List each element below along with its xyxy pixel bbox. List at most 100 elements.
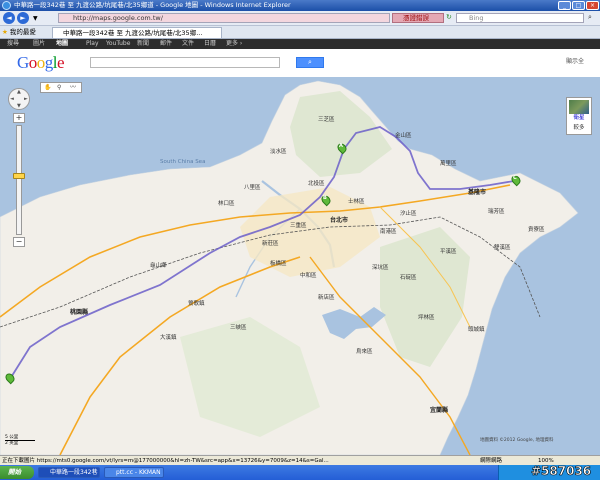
sea-label: South China Sea [160, 159, 206, 165]
marker-label: B [323, 195, 327, 201]
zoom-slider-track[interactable] [16, 125, 22, 235]
taskbar-item-kkman[interactable]: ptt.cc - KKMAN [104, 467, 164, 478]
logo-letter: o [36, 53, 46, 72]
favorites-label: 我的最愛 [9, 28, 36, 36]
place-label: 新莊區 [262, 241, 279, 247]
place-label: 平溪區 [440, 249, 457, 255]
google-header: Google ⌕ 顯示全 [0, 49, 600, 78]
logo-letter: e [57, 53, 65, 72]
map-type-control[interactable]: 衛星 較多 [566, 97, 592, 135]
search-go-icon[interactable]: ⌕ [588, 13, 592, 22]
taskbar: 開始 中華路一段342巷 至 九... ptt.cc - KKMAN [0, 465, 600, 480]
map-graphics [0, 80, 579, 455]
place-label: 深坑區 [372, 265, 389, 271]
nav-item-9[interactable]: 更多 › [226, 39, 242, 49]
place-label: 八里區 [244, 185, 261, 191]
nav-item-2[interactable]: 地圖 [56, 39, 68, 49]
zoom-in-button[interactable]: + [13, 113, 25, 123]
pan-down-icon[interactable]: ▼ [17, 104, 21, 109]
place-label: 萬里區 [440, 161, 457, 167]
nav-item-5[interactable]: 新聞 [137, 39, 149, 49]
place-label: 龜山鄉 [150, 263, 167, 269]
logo-letter: g [44, 53, 54, 72]
zoom-out-button[interactable]: − [13, 237, 25, 247]
marker-tool-icon[interactable]: ⚲ [57, 83, 61, 92]
nav-item-3[interactable]: Play [86, 39, 99, 49]
google-nav-bar: 搜尋 圖片 地圖 Play YouTube 新聞 郵件 文件 日曆 更多 › [0, 39, 600, 49]
place-label: 雙溪區 [494, 245, 511, 251]
start-button[interactable]: 開始 [0, 466, 34, 479]
nav-item-0[interactable]: 搜尋 [7, 39, 19, 49]
place-label: 瑞芳區 [488, 209, 505, 215]
google-logo[interactable]: Google [17, 53, 65, 73]
city-label: 桃園縣 [70, 309, 89, 316]
refresh-icon[interactable]: ↻ [446, 13, 452, 21]
back-icon[interactable]: ◄ [3, 12, 15, 24]
place-label: 坪林區 [418, 315, 435, 321]
zoom-slider-knob[interactable] [13, 173, 25, 179]
nav-item-6[interactable]: 郵件 [160, 39, 172, 49]
satellite-label[interactable]: 衛星 [567, 115, 591, 122]
place-label: 貢寮區 [528, 227, 545, 233]
hand-icon[interactable]: ✋ [44, 83, 51, 92]
maximize-button[interactable]: □ [572, 1, 585, 10]
place-label: 金山區 [395, 133, 412, 139]
account-link[interactable]: 顯示全 [566, 57, 584, 67]
scale-bar: 5 公里 2 英里 [5, 435, 41, 446]
nav-item-8[interactable]: 日曆 [204, 39, 216, 49]
place-label: 烏來區 [356, 349, 373, 355]
place-label: 大溪鎮 [160, 335, 177, 341]
forward-icon[interactable]: ► [17, 12, 29, 24]
cert-error-label: 憑證錯誤 [403, 14, 429, 22]
address-input[interactable]: http://maps.google.com.tw/ [58, 13, 390, 23]
map-tool-strip: ✋ ⚲ 〰 [40, 82, 82, 93]
nav-item-7[interactable]: 文件 [182, 39, 194, 49]
nav-item-4[interactable]: YouTube [106, 39, 130, 49]
place-label: 板橋區 [270, 261, 287, 267]
tab-bar: ★ 我的最愛 中華路一段342巷 至 九渡公路/坑尾巷/北35鄉... [0, 26, 600, 39]
maps-search-input[interactable] [90, 57, 280, 68]
place-label: 中和區 [300, 273, 317, 279]
line-tool-icon[interactable]: 〰 [70, 83, 76, 92]
city-label: 宜蘭縣 [430, 407, 449, 414]
pan-control[interactable]: ▲ ▼ ◄ ► [8, 88, 30, 110]
logo-letter: o [28, 53, 38, 72]
pan-up-icon[interactable]: ▲ [17, 90, 21, 95]
pan-right-icon[interactable]: ► [24, 97, 28, 102]
map-canvas[interactable]: South China Sea A B C 淡水區 三芝區 金山區 萬里區 北投… [0, 77, 600, 455]
place-label: 南港區 [380, 229, 397, 235]
url-text: http://maps.google.com.tw/ [73, 14, 163, 22]
maps-search-button[interactable]: ⌕ [296, 57, 324, 68]
favorites-button[interactable]: ★ 我的最愛 [2, 27, 36, 37]
place-label: 三芝區 [318, 117, 335, 123]
nav-item-1[interactable]: 圖片 [33, 39, 45, 49]
window-title: 中華路一段342巷 至 九渡公路/坑尾巷/北35鄉道 - Google 地圖 -… [14, 1, 291, 9]
certificate-error-button[interactable]: 憑證錯誤 [392, 13, 444, 23]
place-label: 三峽區 [230, 325, 247, 331]
watermark: #587036 [531, 464, 592, 479]
history-dropdown-icon[interactable]: ▼ [33, 15, 38, 22]
close-button[interactable]: × [586, 1, 599, 10]
search-placeholder: Bing [469, 14, 484, 22]
place-label: 石碇區 [400, 275, 417, 281]
ie-logo-icon [2, 1, 11, 10]
pan-left-icon[interactable]: ◄ [10, 97, 14, 102]
place-label: 林口區 [218, 201, 235, 207]
place-label: 汐止區 [400, 211, 417, 217]
satellite-thumbnail[interactable] [569, 100, 589, 114]
place-label: 士林區 [348, 199, 365, 205]
scale-bottom-label: 2 英里 [5, 441, 19, 446]
browser-search-input[interactable]: Bing [456, 13, 584, 23]
place-label: 淡水區 [270, 149, 287, 155]
place-label: 鶯歌鎮 [188, 301, 205, 307]
tab-title: 中華路一段342巷 至 九渡公路/坑尾巷/北35鄉... [63, 29, 203, 37]
tab-google-maps[interactable]: 中華路一段342巷 至 九渡公路/坑尾巷/北35鄉... [52, 27, 222, 38]
map-copyright: 地圖資料 ©2012 Google, 地理資料 [480, 438, 554, 443]
taskbar-item-ie[interactable]: 中華路一段342巷 至 九... [38, 467, 100, 478]
place-label: 新店區 [318, 295, 335, 301]
marker-label: A [339, 143, 343, 149]
minimize-button[interactable]: _ [558, 1, 571, 10]
city-label: 台北市 [330, 217, 349, 224]
more-layers-label[interactable]: 較多 [567, 125, 591, 132]
window-title-bar: 中華路一段342巷 至 九渡公路/坑尾巷/北35鄉道 - Google 地圖 -… [0, 0, 600, 11]
